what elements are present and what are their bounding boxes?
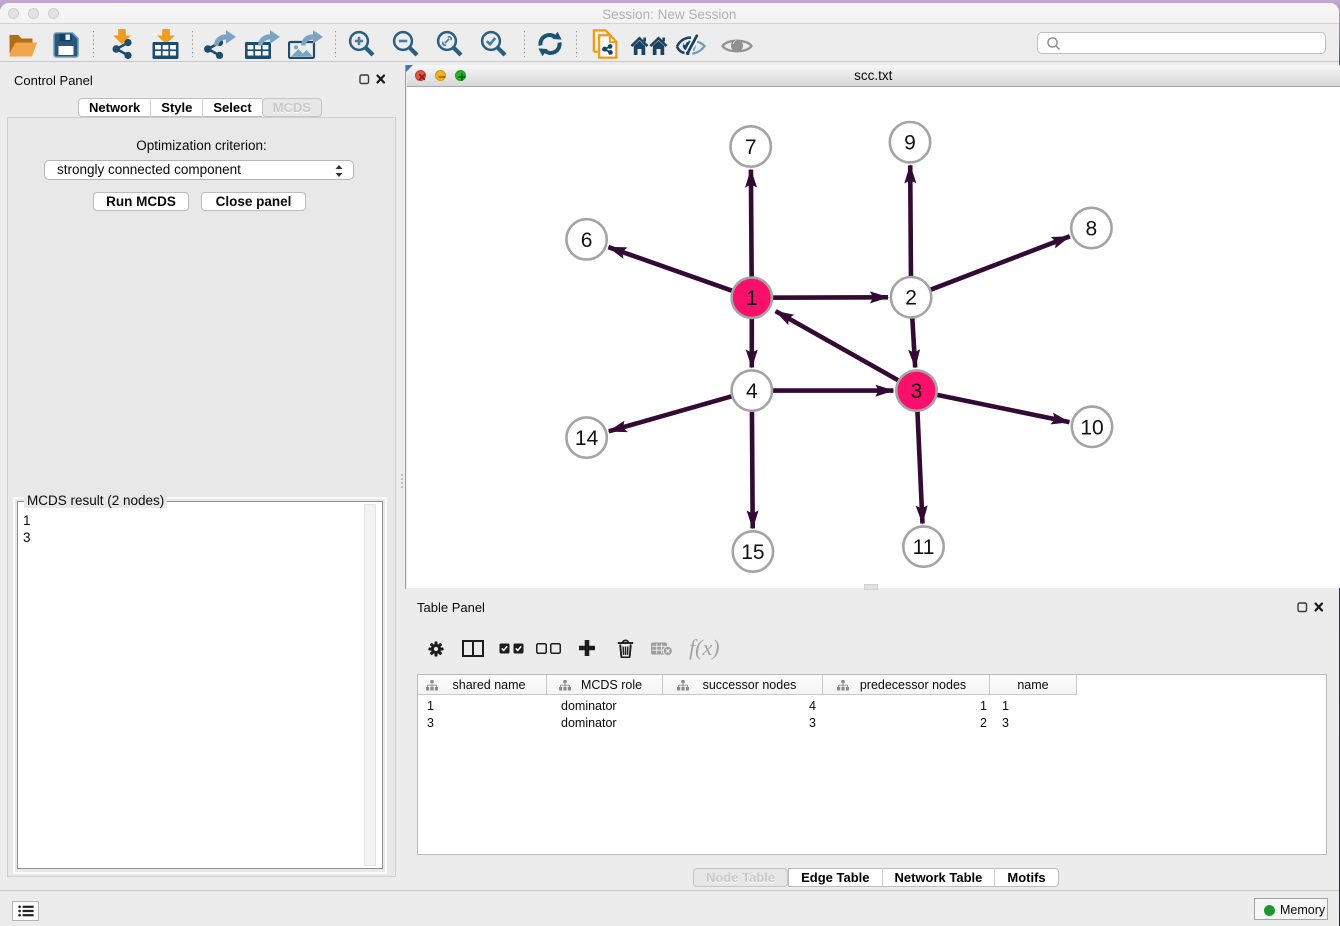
svg-text:3: 3	[910, 380, 922, 403]
svg-text:7: 7	[745, 136, 757, 159]
svg-text:2: 2	[905, 287, 917, 310]
svg-text:15: 15	[741, 541, 764, 564]
svg-text:6: 6	[581, 229, 593, 252]
svg-text:8: 8	[1085, 218, 1097, 241]
svg-text:10: 10	[1080, 416, 1103, 439]
svg-text:14: 14	[575, 427, 599, 450]
svg-text:4: 4	[746, 380, 758, 403]
svg-text:11: 11	[912, 536, 934, 559]
svg-text:9: 9	[904, 132, 916, 155]
svg-text:1: 1	[746, 287, 758, 310]
